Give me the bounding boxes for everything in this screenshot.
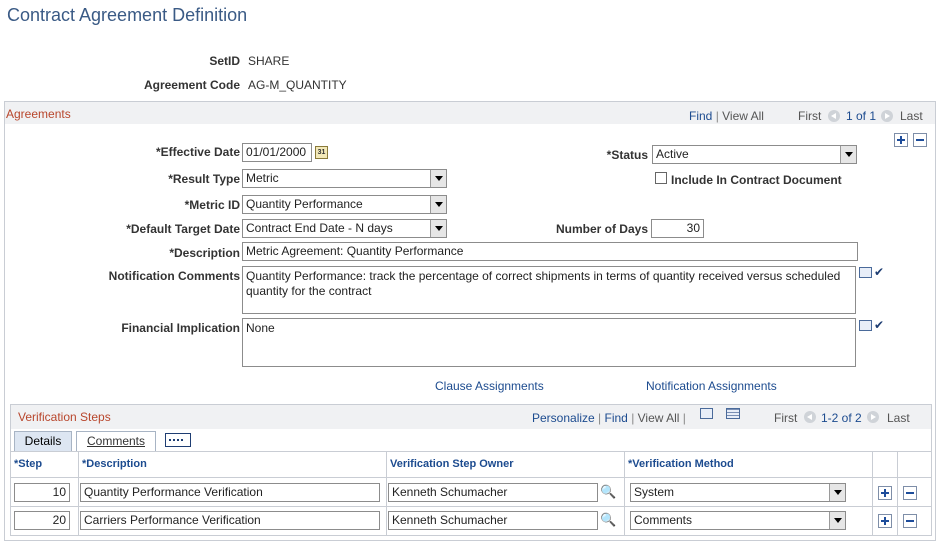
financial-implication-textarea[interactable]: None bbox=[242, 318, 856, 367]
result-type-select[interactable]: Metric bbox=[242, 169, 447, 188]
tab-comments-label: Comments bbox=[86, 434, 145, 448]
step-description-input[interactable]: Carriers Performance Verification bbox=[80, 511, 380, 530]
status-select[interactable]: Active bbox=[652, 145, 857, 164]
default-target-select[interactable]: Contract End Date - N days bbox=[242, 219, 447, 238]
magnifier-icon[interactable]: 🔍 bbox=[600, 485, 616, 499]
description-input[interactable]: Metric Agreement: Quantity Performance bbox=[242, 242, 858, 261]
default-target-value: Contract End Date - N days bbox=[246, 221, 393, 235]
chevron-down-icon bbox=[829, 484, 845, 501]
notification-comments-label: Notification Comments bbox=[108, 269, 240, 283]
col-divider bbox=[386, 452, 387, 535]
verification-method-select[interactable]: Comments bbox=[630, 511, 846, 530]
column-owner[interactable]: Verification Step Owner bbox=[390, 458, 513, 470]
chevron-down-icon bbox=[840, 146, 856, 163]
col-divider bbox=[78, 452, 79, 535]
verification-title: Verification Steps bbox=[18, 410, 111, 424]
add-step-button[interactable] bbox=[878, 514, 892, 528]
verification-method-select[interactable]: System bbox=[630, 483, 846, 502]
spellcheck-icon[interactable]: ✔ bbox=[874, 266, 888, 279]
prev-arrow-icon bbox=[828, 110, 840, 122]
delete-row-button[interactable] bbox=[913, 133, 927, 147]
expand-text-icon[interactable] bbox=[859, 267, 872, 278]
calendar-icon[interactable]: 31 bbox=[315, 146, 328, 159]
notification-assignments-link[interactable]: Notification Assignments bbox=[646, 379, 777, 393]
agreements-first: First bbox=[798, 109, 822, 123]
magnifier-icon[interactable]: 🔍 bbox=[600, 513, 616, 527]
row-divider bbox=[11, 477, 931, 478]
agreements-header bbox=[5, 102, 935, 124]
include-in-contract-label: Include In Contract Document bbox=[671, 173, 842, 187]
tab-details[interactable]: Details bbox=[14, 431, 72, 451]
verification-last: Last bbox=[887, 411, 910, 425]
setid-label: SetID bbox=[209, 54, 240, 68]
effective-date-input[interactable]: 01/01/2000 bbox=[242, 143, 312, 162]
spellcheck-icon[interactable]: ✔ bbox=[874, 319, 888, 332]
financial-implication-label: Financial Implication bbox=[121, 321, 240, 335]
step-description-input[interactable]: Quantity Performance Verification bbox=[80, 483, 380, 502]
agreements-find-link[interactable]: Find bbox=[689, 109, 712, 123]
verification-paging: 1-2 of 2 bbox=[821, 411, 862, 425]
agreements-view-all-link[interactable]: View All bbox=[722, 109, 764, 123]
delete-step-button[interactable] bbox=[903, 514, 917, 528]
verification-nav: Personalize | Find | View All | bbox=[532, 411, 686, 425]
add-row-button[interactable] bbox=[894, 133, 908, 147]
result-type-label: *Result Type bbox=[168, 172, 240, 186]
agreements-title: Agreements bbox=[6, 107, 71, 121]
row-divider bbox=[11, 506, 931, 507]
default-target-label: *Default Target Date bbox=[126, 222, 240, 236]
next-arrow-icon bbox=[867, 411, 879, 423]
column-step[interactable]: *Step bbox=[14, 458, 42, 470]
agreements-last: Last bbox=[900, 109, 923, 123]
step-input[interactable]: 10 bbox=[14, 483, 70, 502]
verification-view-all-link[interactable]: View All bbox=[638, 411, 680, 425]
number-of-days-input[interactable]: 30 bbox=[651, 219, 704, 238]
verification-method-value: System bbox=[634, 485, 675, 499]
agreement-code-value: AG-M_QUANTITY bbox=[248, 78, 347, 92]
verification-find-link[interactable]: Find bbox=[605, 411, 628, 425]
metric-id-select[interactable]: Quantity Performance bbox=[242, 195, 447, 214]
page-title: Contract Agreement Definition bbox=[7, 5, 248, 25]
new-window-icon[interactable] bbox=[700, 408, 713, 419]
add-step-button[interactable] bbox=[878, 486, 892, 500]
effective-date-label: *Effective Date bbox=[155, 145, 240, 159]
chevron-down-icon bbox=[430, 220, 446, 237]
agreements-nav: Find | View All bbox=[689, 109, 764, 123]
setid-value: SHARE bbox=[248, 54, 290, 68]
col-divider bbox=[897, 452, 898, 535]
result-type-value: Metric bbox=[246, 171, 279, 185]
chevron-down-icon bbox=[430, 196, 446, 213]
chevron-down-icon bbox=[829, 512, 845, 529]
delete-step-button[interactable] bbox=[903, 486, 917, 500]
step-owner-input[interactable]: Kenneth Schumacher bbox=[388, 511, 598, 530]
chevron-down-icon bbox=[430, 170, 446, 187]
number-of-days-label: Number of Days bbox=[555, 222, 648, 236]
col-divider bbox=[624, 452, 625, 535]
next-arrow-icon bbox=[881, 110, 893, 122]
verification-first: First bbox=[774, 411, 798, 425]
status-label: *Status bbox=[606, 148, 648, 162]
verification-method-value: Comments bbox=[634, 513, 693, 527]
column-method[interactable]: *Verification Method bbox=[628, 458, 734, 470]
prev-arrow-icon bbox=[804, 411, 816, 423]
step-input[interactable]: 20 bbox=[14, 511, 70, 530]
include-in-contract-checkbox[interactable] bbox=[655, 172, 667, 184]
expand-text-icon[interactable] bbox=[859, 320, 872, 331]
agreements-paging: 1 of 1 bbox=[846, 109, 877, 123]
show-all-columns-icon[interactable] bbox=[165, 433, 191, 447]
step-owner-input[interactable]: Kenneth Schumacher bbox=[388, 483, 598, 502]
clause-assignments-link[interactable]: Clause Assignments bbox=[435, 379, 544, 393]
personalize-link[interactable]: Personalize bbox=[532, 411, 595, 425]
tab-comments[interactable]: Comments bbox=[76, 431, 156, 451]
column-description[interactable]: *Description bbox=[82, 458, 147, 470]
description-label: *Description bbox=[169, 246, 240, 260]
metric-id-value: Quantity Performance bbox=[246, 197, 363, 211]
agreement-code-label: Agreement Code bbox=[143, 78, 240, 92]
notification-comments-textarea[interactable]: Quantity Performance: track the percenta… bbox=[242, 266, 856, 314]
status-value: Active bbox=[656, 147, 689, 161]
col-divider bbox=[872, 452, 873, 535]
metric-id-label: *Metric ID bbox=[184, 198, 240, 212]
grid-icon[interactable] bbox=[726, 408, 740, 419]
